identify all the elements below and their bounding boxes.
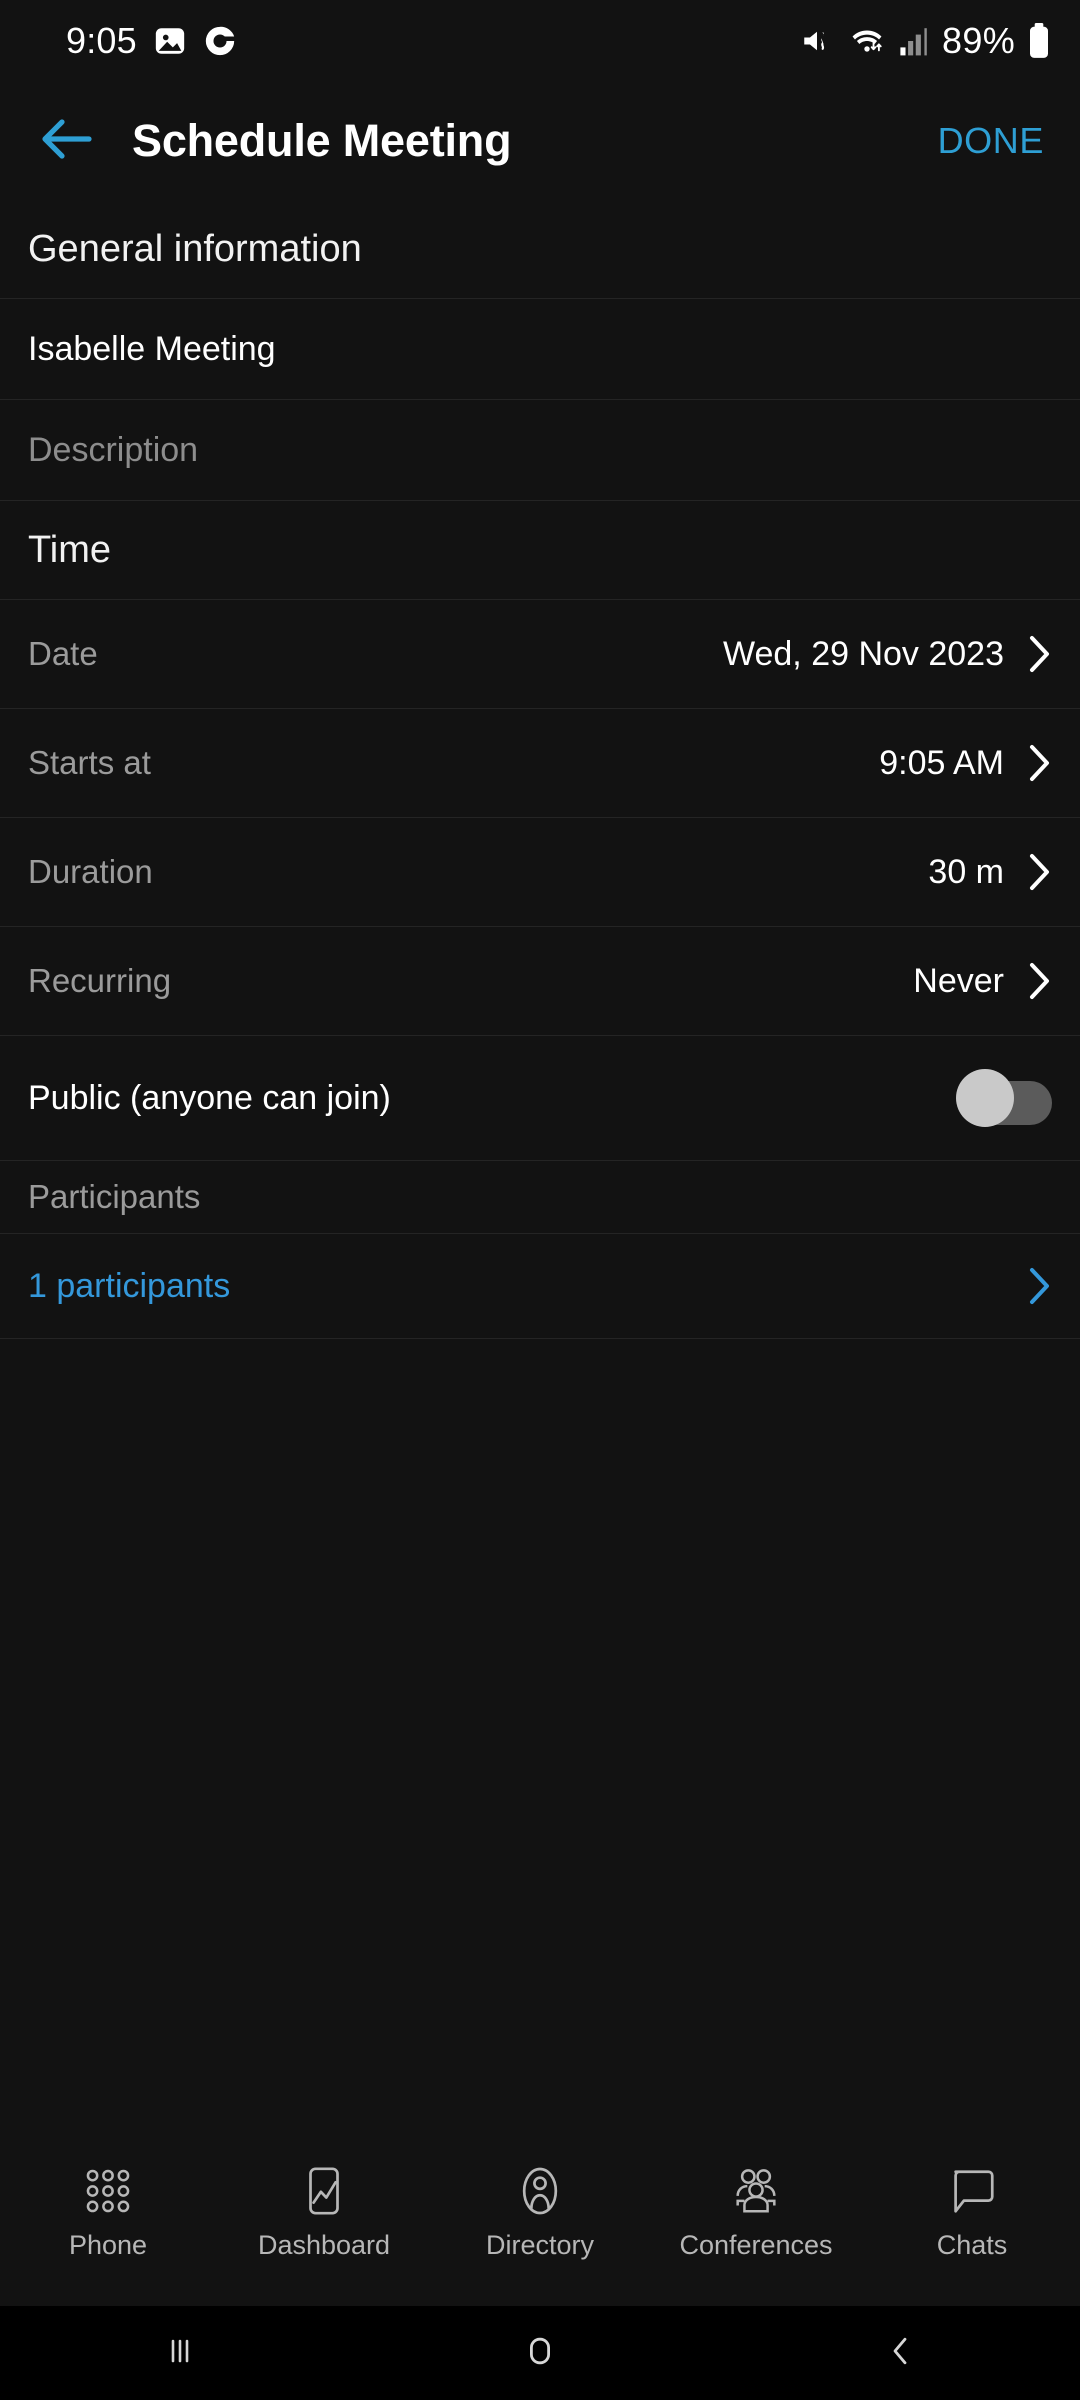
cellular-signal-icon (899, 25, 929, 57)
status-bar-right: 89% (799, 20, 1050, 62)
recents-button[interactable] (0, 2330, 360, 2377)
meeting-name-value: Isabelle Meeting (28, 329, 276, 368)
status-bar-left: 9:05 (66, 20, 237, 62)
nav-item-chats[interactable]: Chats (864, 2146, 1080, 2261)
page-title: Schedule Meeting (132, 115, 512, 166)
nav-label: Dashboard (257, 2230, 391, 2260)
meeting-name-field[interactable]: Isabelle Meeting (0, 299, 1080, 399)
public-toggle[interactable] (956, 1069, 1052, 1127)
description-placeholder: Description (28, 430, 199, 469)
nav-item-dashboard[interactable]: Dashboard (216, 2146, 432, 2261)
arrow-left-icon (41, 118, 93, 165)
row-value: Never (913, 961, 1004, 1000)
form-content: General information Isabelle Meeting Des… (0, 200, 1080, 2146)
nav-label: Phone (68, 2230, 148, 2260)
app-bar: Schedule Meeting DONE (0, 82, 1080, 200)
participants-link-row[interactable]: 1 participants (0, 1234, 1080, 1338)
status-bar-clock: 9:05 (66, 20, 137, 61)
row-label: Date (28, 635, 98, 672)
app-screen: 9:05 89% Schedule Meeting DONE General i… (0, 0, 1080, 2400)
people-group-icon (729, 2162, 783, 2220)
row-public[interactable]: Public (anyone can join) (0, 1036, 1080, 1160)
home-button[interactable] (360, 2330, 720, 2377)
row-starts-at[interactable]: Starts at 9:05 AM (0, 709, 1080, 817)
battery-percent-label: 89% (942, 20, 1015, 61)
nav-label: Conferences (679, 2230, 833, 2260)
battery-icon (1028, 23, 1050, 59)
back-button-system[interactable] (720, 2330, 1080, 2377)
row-label: Recurring (28, 962, 172, 999)
chart-phone-icon (297, 2162, 351, 2220)
section-title: Participants (28, 1178, 201, 1215)
bottom-navigation-bar: Phone Dashboard Directory Conferences Ch… (0, 2146, 1080, 2306)
done-button[interactable]: DONE (932, 110, 1050, 172)
section-header-participants: Participants (0, 1161, 1080, 1233)
chevron-right-icon (1026, 961, 1052, 1001)
person-oval-icon (513, 2162, 567, 2220)
row-date[interactable]: Date Wed, 29 Nov 2023 (0, 600, 1080, 708)
row-recurring[interactable]: Recurring Never (0, 927, 1080, 1035)
description-field[interactable]: Description (0, 400, 1080, 500)
row-value: Wed, 29 Nov 2023 (723, 634, 1004, 673)
row-value: 30 m (928, 852, 1004, 891)
status-bar: 9:05 89% (0, 0, 1080, 82)
public-label: Public (anyone can join) (28, 1078, 391, 1117)
nav-label: Directory (485, 2230, 594, 2260)
dialpad-icon (81, 2162, 135, 2220)
row-label: Duration (28, 853, 153, 890)
divider (0, 1338, 1080, 1339)
g-app-icon (203, 24, 237, 58)
speech-bubble-icon (945, 2162, 999, 2220)
chevron-right-icon (1026, 634, 1052, 674)
section-header-time: Time (0, 501, 1080, 599)
row-duration[interactable]: Duration 30 m (0, 818, 1080, 926)
chevron-right-icon (1026, 1266, 1052, 1306)
nav-label: Chats (936, 2230, 1008, 2260)
back-button[interactable] (36, 110, 98, 172)
nav-item-directory[interactable]: Directory (432, 2146, 648, 2261)
home-icon (519, 2330, 561, 2377)
nav-item-conferences[interactable]: Conferences (648, 2146, 864, 2261)
photo-icon (153, 24, 187, 58)
section-title: General information (28, 227, 362, 270)
section-title: Time (28, 528, 112, 571)
recents-icon (159, 2330, 201, 2377)
toggle-knob (956, 1069, 1014, 1127)
chevron-right-icon (1026, 743, 1052, 783)
chevron-right-icon (1026, 852, 1052, 892)
wifi-icon (848, 24, 886, 58)
row-value: 9:05 AM (879, 743, 1004, 782)
nav-item-phone[interactable]: Phone (0, 2146, 216, 2261)
row-label: Starts at (28, 744, 151, 781)
volume-mute-icon (799, 24, 835, 58)
back-icon (879, 2330, 921, 2377)
system-navigation-bar (0, 2306, 1080, 2400)
participants-count-label: 1 participants (28, 1266, 231, 1305)
section-header-general: General information (0, 200, 1080, 298)
